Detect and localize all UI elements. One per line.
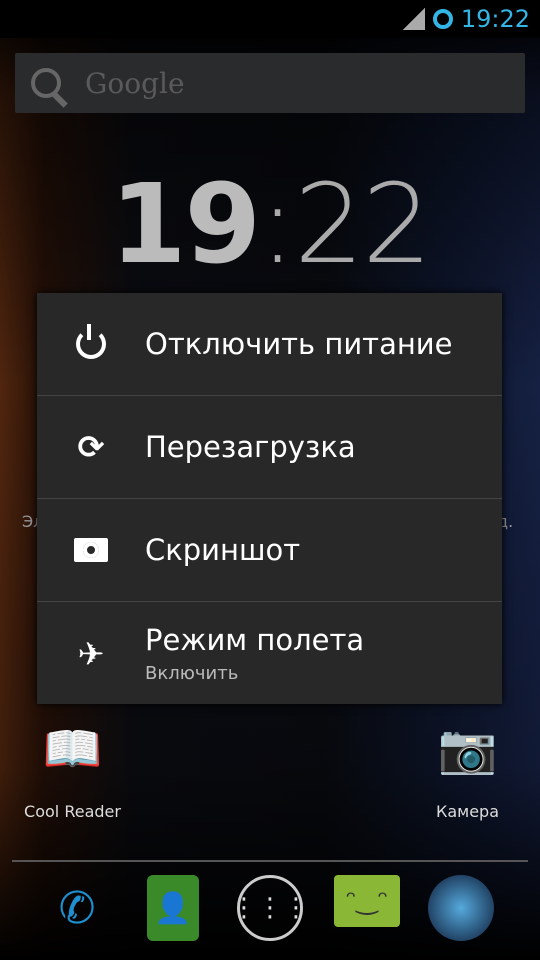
menu-item-airplane-mode[interactable]: ✈ Режим полета Включить — [37, 602, 502, 705]
status-bar: 19:22 — [0, 0, 540, 38]
google-search-bar[interactable]: Google — [15, 53, 525, 113]
app-cool-reader[interactable]: 📖 Cool Reader — [20, 720, 125, 821]
contacts-icon[interactable]: 👤 — [147, 875, 199, 941]
menu-item-restart[interactable]: ⟳ Перезагрузка — [37, 396, 502, 499]
menu-label: Перезагрузка — [145, 430, 356, 464]
clock-hours: 19 — [109, 160, 261, 288]
status-time: 19:22 — [460, 5, 530, 33]
app-label: Cool Reader — [24, 802, 121, 821]
camera-icon — [74, 538, 108, 562]
camera-app-icon: 📷 — [437, 721, 498, 777]
menu-item-screenshot[interactable]: Скриншот — [37, 499, 502, 602]
app-camera[interactable]: 📷 Камера — [425, 720, 510, 821]
sync-icon — [432, 9, 453, 29]
menu-label: Отключить питание — [145, 327, 453, 361]
restart-icon: ⟳ — [77, 428, 105, 466]
clock-separator: : — [259, 160, 296, 288]
power-menu-dialog: Отключить питание ⟳ Перезагрузка Скриншот… — [37, 293, 502, 704]
menu-item-power-off[interactable]: Отключить питание — [37, 293, 502, 396]
phone-icon[interactable]: ✆ — [44, 875, 110, 941]
menu-sublabel: Включить — [145, 663, 239, 684]
dock-divider — [12, 860, 528, 862]
book-icon: 📖 — [42, 721, 103, 777]
airplane-icon: ✈ — [77, 634, 105, 673]
signal-icon — [402, 8, 425, 30]
browser-icon[interactable] — [428, 875, 494, 941]
all-apps-icon[interactable]: ⋮⋮⋮ — [231, 875, 309, 941]
menu-label: Скриншот — [145, 533, 301, 567]
clock-minutes: 22 — [294, 160, 432, 288]
clock-widget[interactable]: 19:22 — [0, 160, 540, 288]
power-icon — [76, 324, 106, 359]
search-placeholder: Google — [85, 66, 185, 100]
messaging-icon[interactable]: ᵔ‿ᵔ — [334, 875, 400, 927]
search-icon — [31, 68, 61, 98]
menu-label: Режим полета — [145, 623, 365, 657]
app-label: Камера — [435, 802, 500, 821]
dock: ✆ 👤 ⋮⋮⋮ ᵔ‿ᵔ — [0, 875, 540, 950]
